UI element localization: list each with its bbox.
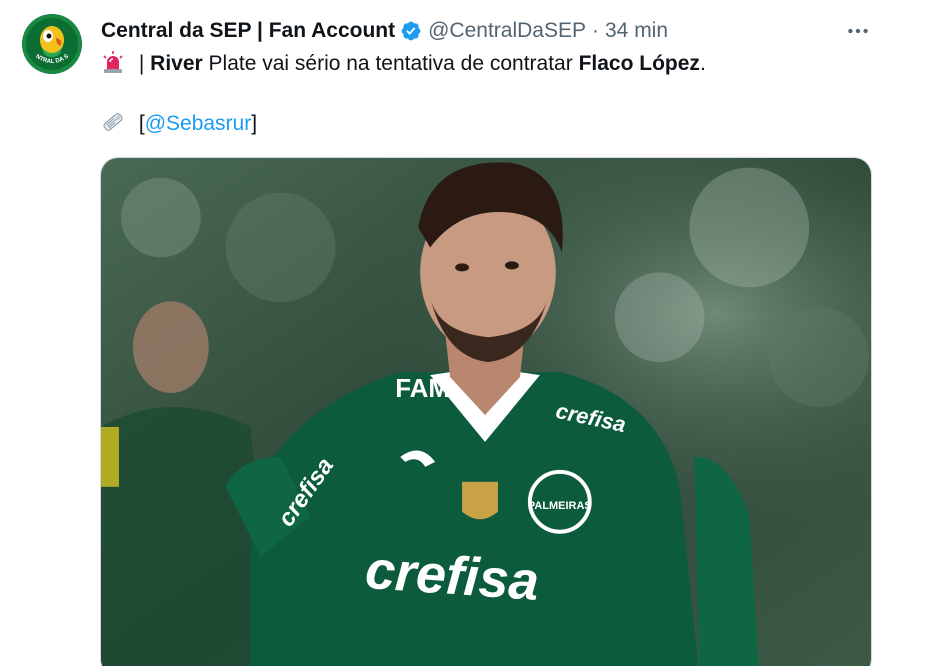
tweet-bold-river: River bbox=[150, 52, 203, 75]
author-handle[interactable]: @CentralDaSEP bbox=[428, 17, 586, 45]
parrot-mascot-icon: CENTRAL DA SEP bbox=[22, 14, 82, 74]
player-photo: FAM crefisa crefisa crefisa PALMEIRAS bbox=[101, 158, 871, 666]
tweet-text-end: . bbox=[699, 52, 706, 75]
tweet-timestamp[interactable]: 34 min bbox=[605, 17, 668, 45]
separator-dot: · bbox=[592, 19, 599, 42]
avatar[interactable]: CENTRAL DA SEP bbox=[22, 14, 82, 74]
tweet-bold-player: Flaco López bbox=[578, 52, 700, 75]
rotating-light-icon bbox=[101, 50, 125, 74]
bracket-close: ] bbox=[251, 112, 258, 135]
more-options-icon[interactable] bbox=[842, 17, 874, 45]
author-display-name[interactable]: Central da SEP | Fan Account bbox=[101, 17, 395, 45]
tweet: CENTRAL DA SEP Central da SEP | Fan Acco… bbox=[0, 0, 930, 666]
verified-badge-icon bbox=[400, 20, 422, 42]
pipe-separator: | bbox=[138, 52, 145, 75]
tweet-text-line-2: [@Sebasrur] bbox=[101, 110, 257, 138]
tweet-media-photo[interactable]: FAM crefisa crefisa crefisa PALMEIRAS bbox=[100, 157, 872, 666]
club-crest-text: PALMEIRAS bbox=[528, 500, 592, 512]
tweet-header: Central da SEP | Fan Account @CentralDaS… bbox=[101, 17, 668, 45]
tweet-text-line-1: | River Plate vai sério na tentativa de … bbox=[101, 50, 706, 78]
jersey-brand-text: FAM bbox=[395, 375, 450, 403]
tweet-text-body: Plate vai sério na tentativa de contrata… bbox=[202, 52, 579, 75]
mention-link[interactable]: @Sebasrur bbox=[145, 112, 252, 135]
jersey-sponsor-text: crefisa bbox=[363, 540, 540, 612]
newspaper-icon bbox=[101, 110, 125, 134]
